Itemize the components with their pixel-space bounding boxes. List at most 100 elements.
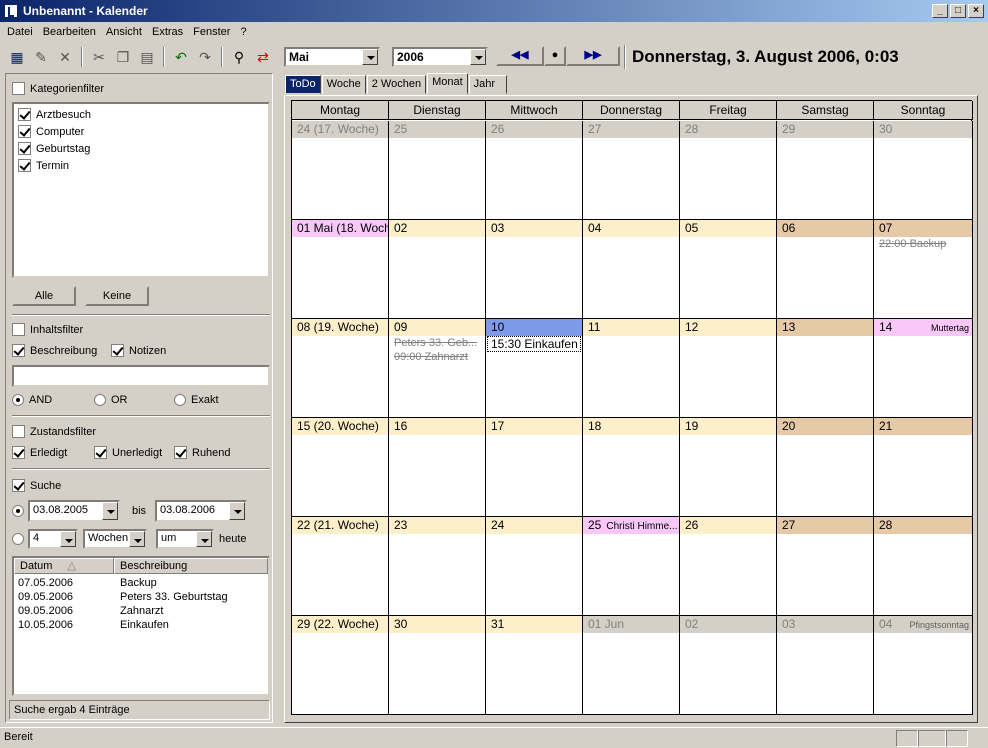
relative-range-radio[interactable] bbox=[12, 533, 29, 545]
day-cell[interactable]: 25 Christi Himme... bbox=[583, 517, 680, 616]
redo-icon[interactable]: ↷ bbox=[194, 46, 216, 68]
undo-icon[interactable]: ↶ bbox=[170, 46, 192, 68]
state-filter-checkbox[interactable]: Zustandsfilter bbox=[12, 425, 96, 438]
description-checkbox[interactable]: Beschreibung bbox=[12, 344, 97, 357]
category-item[interactable]: Termin bbox=[18, 159, 69, 172]
day-cell[interactable]: 15 (20. Woche) bbox=[292, 418, 389, 517]
day-cell[interactable]: 04 Pfingstsonntag bbox=[874, 616, 973, 715]
direction-select[interactable]: um bbox=[156, 529, 214, 549]
day-cell[interactable]: 29 (22. Woche) bbox=[292, 616, 389, 715]
text-filter-input[interactable] bbox=[12, 365, 270, 387]
menu-extras[interactable]: Extras bbox=[147, 26, 188, 38]
day-cell[interactable]: 02 bbox=[680, 616, 777, 715]
day-cell[interactable]: 16 bbox=[389, 418, 486, 517]
calendar-event[interactable]: 15:30 Einkaufen bbox=[487, 336, 581, 352]
day-cell[interactable]: 24 (17. Woche) bbox=[292, 121, 389, 220]
category-item[interactable]: Geburtstag bbox=[18, 142, 90, 155]
calendar-icon[interactable]: ▦ bbox=[6, 46, 28, 68]
day-cell[interactable]: 11 bbox=[583, 319, 680, 418]
unit-select[interactable]: Wochen bbox=[83, 529, 147, 549]
tab-woche[interactable]: Woche bbox=[321, 75, 366, 94]
day-cell[interactable]: 21 bbox=[874, 418, 973, 517]
minimize-button[interactable]: _ bbox=[932, 4, 948, 18]
day-cell[interactable]: 17 bbox=[486, 418, 583, 517]
day-cell[interactable]: 27 bbox=[777, 517, 874, 616]
day-cell[interactable]: 10 15:30 Einkaufen bbox=[486, 319, 583, 418]
done-checkbox[interactable]: Erledigt bbox=[12, 446, 67, 459]
none-button[interactable]: Keine bbox=[85, 286, 149, 306]
or-radio[interactable]: OR bbox=[94, 394, 128, 406]
day-cell[interactable]: 26 bbox=[486, 121, 583, 220]
day-cell[interactable]: 29 bbox=[777, 121, 874, 220]
day-cell[interactable]: 13 bbox=[777, 319, 874, 418]
category-filter-checkbox[interactable]: Kategorienfilter bbox=[12, 82, 104, 95]
day-cell[interactable]: 01 Jun bbox=[583, 616, 680, 715]
day-cell[interactable]: 25 bbox=[389, 121, 486, 220]
calendar-event[interactable]: 22:00 Backup bbox=[874, 237, 972, 251]
day-cell[interactable]: 24 bbox=[486, 517, 583, 616]
search-icon[interactable]: ⚲ bbox=[228, 46, 250, 68]
next-button[interactable]: ▶▶ bbox=[566, 46, 620, 66]
tab-todo[interactable]: ToDo bbox=[285, 75, 321, 94]
menu-bearbeiten[interactable]: Bearbeiten bbox=[38, 26, 101, 38]
day-cell[interactable]: 28 bbox=[874, 517, 973, 616]
year-select[interactable]: 2006 bbox=[392, 47, 488, 67]
and-radio[interactable]: AND bbox=[12, 394, 52, 406]
calendar-event[interactable]: 09:00 Zahnarzt bbox=[389, 350, 485, 364]
from-date-input[interactable]: 03.08.2005 bbox=[28, 500, 120, 522]
day-cell[interactable]: 06 bbox=[777, 220, 874, 319]
menu-datei[interactable]: Datei bbox=[2, 26, 38, 38]
date-column-header[interactable]: Datum △ bbox=[14, 558, 114, 574]
day-cell[interactable]: 22 (21. Woche) bbox=[292, 517, 389, 616]
date-range-radio[interactable] bbox=[12, 505, 29, 517]
day-cell[interactable]: 03 bbox=[486, 220, 583, 319]
tab-2-wochen[interactable]: 2 Wochen bbox=[366, 75, 427, 94]
month-select[interactable]: Mai bbox=[284, 47, 380, 67]
result-row[interactable]: 09.05.2006 Zahnarzt bbox=[18, 605, 163, 619]
edit-icon[interactable]: ✎ bbox=[30, 46, 52, 68]
calendar-event[interactable]: Peters 33. Geb... bbox=[389, 336, 485, 350]
count-select[interactable]: 4 bbox=[28, 529, 78, 549]
day-cell[interactable]: 07 22:00 Backup bbox=[874, 220, 973, 319]
day-cell[interactable]: 09 Peters 33. Geb... 09:00 Zahnarzt bbox=[389, 319, 486, 418]
day-cell[interactable]: 27 bbox=[583, 121, 680, 220]
day-cell[interactable]: 03 bbox=[777, 616, 874, 715]
close-button[interactable]: × bbox=[968, 4, 984, 18]
day-cell[interactable]: 31 bbox=[486, 616, 583, 715]
dormant-checkbox[interactable]: Ruhend bbox=[174, 446, 231, 459]
day-cell[interactable]: 28 bbox=[680, 121, 777, 220]
cut-icon[interactable]: ✂ bbox=[88, 46, 110, 68]
day-cell[interactable]: 19 bbox=[680, 418, 777, 517]
result-row[interactable]: 10.05.2006 Einkaufen bbox=[18, 619, 169, 633]
sync-icon[interactable]: ⇄ bbox=[252, 46, 274, 68]
maximize-button[interactable]: □ bbox=[950, 4, 966, 18]
category-item[interactable]: Arztbesuch bbox=[18, 108, 91, 121]
day-cell[interactable]: 08 (19. Woche) bbox=[292, 319, 389, 418]
undone-checkbox[interactable]: Unerledigt bbox=[94, 446, 162, 459]
description-column-header[interactable]: Beschreibung bbox=[114, 558, 268, 574]
day-cell[interactable]: 23 bbox=[389, 517, 486, 616]
search-checkbox[interactable]: Suche bbox=[12, 479, 61, 492]
day-cell[interactable]: 04 bbox=[583, 220, 680, 319]
menu-fenster[interactable]: Fenster bbox=[188, 26, 235, 38]
day-cell[interactable]: 14 Muttertag bbox=[874, 319, 973, 418]
day-cell[interactable]: 30 bbox=[874, 121, 973, 220]
menu-help[interactable]: ? bbox=[235, 26, 251, 38]
tab-monat[interactable]: Monat bbox=[427, 73, 468, 94]
result-row[interactable]: 09.05.2006 Peters 33. Geburtstag bbox=[18, 591, 228, 605]
tab-jahr[interactable]: Jahr bbox=[468, 75, 507, 94]
to-date-input[interactable]: 03.08.2006 bbox=[155, 500, 247, 522]
day-cell[interactable]: 26 bbox=[680, 517, 777, 616]
day-cell[interactable]: 18 bbox=[583, 418, 680, 517]
previous-button[interactable]: ◀◀ bbox=[496, 46, 544, 66]
notes-checkbox[interactable]: Notizen bbox=[111, 344, 166, 357]
category-item[interactable]: Computer bbox=[18, 125, 84, 138]
exact-radio[interactable]: Exakt bbox=[174, 394, 219, 406]
today-button[interactable]: ● bbox=[544, 46, 566, 66]
day-cell[interactable]: 30 bbox=[389, 616, 486, 715]
menu-ansicht[interactable]: Ansicht bbox=[101, 26, 147, 38]
result-row[interactable]: 07.05.2006 Backup bbox=[18, 577, 157, 591]
day-cell[interactable]: 12 bbox=[680, 319, 777, 418]
content-filter-checkbox[interactable]: Inhaltsfilter bbox=[12, 323, 83, 336]
paste-icon[interactable]: ▤ bbox=[136, 46, 158, 68]
